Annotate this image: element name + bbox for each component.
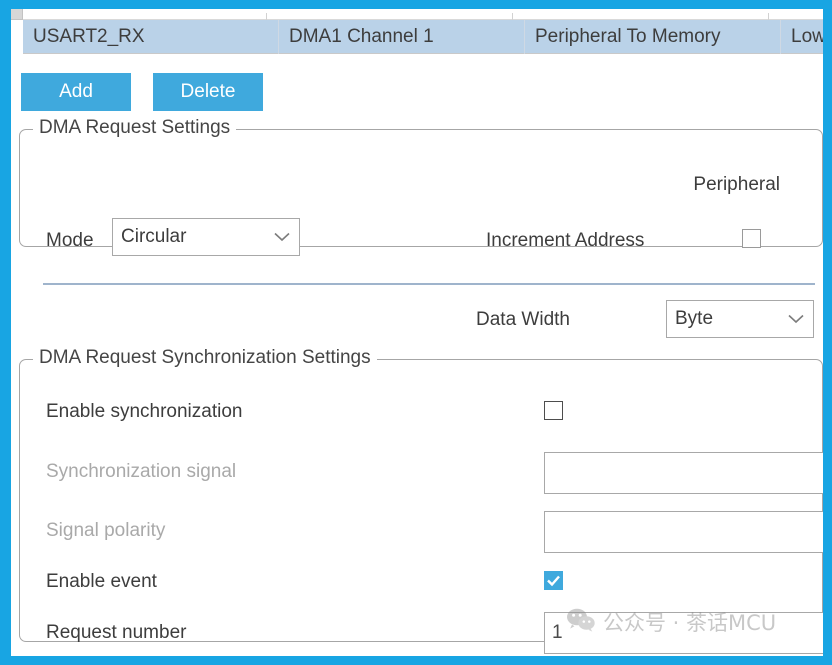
cell-priority[interactable]: Low xyxy=(781,20,823,54)
data-width-select[interactable]: Byte xyxy=(666,300,814,338)
increment-address-peripheral-checkbox[interactable] xyxy=(742,229,761,248)
dma-sync-settings-group: DMA Request Synchronization Settings Ena… xyxy=(19,359,823,642)
group-title-dma-sync-settings: DMA Request Synchronization Settings xyxy=(33,347,377,369)
enable-event-label: Enable event xyxy=(46,571,157,593)
table-header-corner xyxy=(11,9,23,20)
cell-channel[interactable]: DMA1 Channel 1 xyxy=(279,20,525,54)
enable-event-checkbox[interactable] xyxy=(544,571,563,590)
request-number-input[interactable]: 1 xyxy=(544,612,823,654)
chevron-down-icon xyxy=(779,301,813,337)
table-row[interactable]: USART2_RX DMA1 Channel 1 Peripheral To M… xyxy=(23,20,823,54)
table-toolbar: Add Delete xyxy=(21,73,263,111)
panel-content: USART2_RX DMA1 Channel 1 Peripheral To M… xyxy=(11,9,823,656)
mode-select[interactable]: Circular xyxy=(112,218,300,256)
synchronization-signal-label: Synchronization signal xyxy=(46,461,236,483)
dma-settings-panel: USART2_RX DMA1 Channel 1 Peripheral To M… xyxy=(0,0,832,665)
request-number-label: Request number xyxy=(46,622,186,644)
enable-synchronization-label: Enable synchronization xyxy=(46,401,242,423)
table-header-strip xyxy=(23,9,823,20)
mode-select-value: Circular xyxy=(113,226,265,248)
dma-request-table: USART2_RX DMA1 Channel 1 Peripheral To M… xyxy=(11,9,823,65)
enable-synchronization-checkbox[interactable] xyxy=(544,401,563,420)
group-title-dma-request-settings: DMA Request Settings xyxy=(33,117,236,139)
signal-polarity-label: Signal polarity xyxy=(46,520,165,542)
add-button[interactable]: Add xyxy=(21,73,131,111)
data-width-label: Data Width xyxy=(476,309,570,331)
increment-address-label: Increment Address xyxy=(486,230,644,252)
data-width-select-value: Byte xyxy=(667,308,779,330)
settings-separator xyxy=(43,283,815,285)
mode-label: Mode xyxy=(46,230,94,252)
chevron-down-icon xyxy=(265,219,299,255)
synchronization-signal-input[interactable] xyxy=(544,452,823,494)
dma-request-settings-group: DMA Request Settings Peripheral Mode Cir… xyxy=(19,129,823,247)
delete-button[interactable]: Delete xyxy=(153,73,263,111)
column-header-peripheral: Peripheral xyxy=(650,174,780,196)
cell-request[interactable]: USART2_RX xyxy=(23,20,279,54)
signal-polarity-input[interactable] xyxy=(544,511,823,553)
cell-direction[interactable]: Peripheral To Memory xyxy=(525,20,781,54)
